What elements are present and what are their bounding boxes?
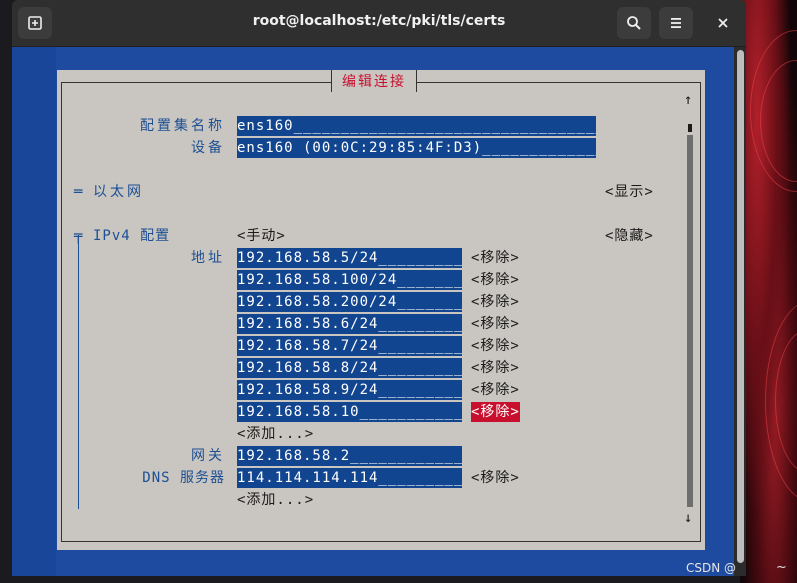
scroll-up-arrow-icon[interactable]: ↑: [684, 92, 692, 108]
search-icon: [627, 16, 641, 30]
new-tab-button[interactable]: [18, 7, 52, 39]
ethernet-section-marker: ═: [74, 184, 84, 200]
dns-field[interactable]: 114.114.114.114_________: [237, 468, 462, 488]
address-remove-button[interactable]: <移除>: [471, 248, 520, 268]
desktop-tilde: ~: [776, 560, 787, 575]
address-remove-button[interactable]: <移除>: [471, 380, 520, 400]
gateway-field[interactable]: 192.168.58.2____________: [237, 446, 462, 466]
ipv4-section-line: [78, 235, 79, 509]
titlebar: root@localhost:/etc/pki/tls/certs: [12, 0, 746, 47]
menu-button[interactable]: [659, 7, 693, 39]
ipv4-hide-button[interactable]: <隐藏>: [605, 226, 654, 246]
address-field[interactable]: 192.168.58.100/24_______: [237, 270, 462, 290]
address-remove-button-focused[interactable]: <移除>: [471, 402, 520, 422]
address-field[interactable]: 192.168.58.7/24_________: [237, 336, 462, 356]
terminal-window: root@localhost:/etc/pki/tls/certs 编辑连接 ↑…: [12, 0, 746, 576]
csdn-watermark: CSDN @: [686, 561, 737, 575]
close-icon: [718, 18, 728, 28]
profile-name-field[interactable]: ens160__________________________________…: [237, 116, 596, 136]
window-title: root@localhost:/etc/pki/tls/certs: [252, 13, 506, 29]
gateway-label: 网关: [191, 448, 225, 464]
address-remove-button[interactable]: <移除>: [471, 292, 520, 312]
scroll-position-marker: [688, 124, 692, 132]
ipv4-section-label: IPv4 配置: [93, 228, 171, 244]
scroll-down-arrow-icon[interactable]: ↓: [684, 510, 692, 526]
address-field[interactable]: 192.168.58.10___________: [237, 402, 462, 422]
dialog-title: 编辑连接: [331, 70, 417, 92]
address-remove-button[interactable]: <移除>: [471, 358, 520, 378]
address-field[interactable]: 192.168.58.9/24_________: [237, 380, 462, 400]
profile-name-label: 配置集名称: [140, 118, 225, 134]
close-button[interactable]: [706, 7, 740, 39]
terminal-margin: [12, 47, 56, 576]
hamburger-menu-icon: [671, 18, 681, 28]
address-remove-button[interactable]: <移除>: [471, 270, 520, 290]
ipv4-method-select[interactable]: <手动>: [237, 226, 286, 246]
new-tab-icon: [28, 16, 42, 30]
terminal-scrollbar[interactable]: [737, 50, 744, 563]
device-field[interactable]: ens160 (00:0C:29:85:4F:D3)______________: [237, 138, 596, 158]
add-address-button[interactable]: <添加...>: [237, 424, 314, 444]
ethernet-section-label: 以太网: [93, 184, 144, 200]
address-field[interactable]: 192.168.58.5/24_________: [237, 248, 462, 268]
address-field[interactable]: 192.168.58.200/24_______: [237, 292, 462, 312]
address-field[interactable]: 192.168.58.6/24_________: [237, 314, 462, 334]
dns-label: DNS 服务器: [142, 470, 225, 486]
ethernet-show-button[interactable]: <显示>: [605, 182, 654, 202]
add-dns-button[interactable]: <添加...>: [237, 490, 314, 510]
edit-connection-dialog: 编辑连接 ↑ ↓ 配置集名称 ens160___________________…: [57, 70, 705, 550]
address-field[interactable]: 192.168.58.8/24_________: [237, 358, 462, 378]
dns-remove-button[interactable]: <移除>: [471, 468, 520, 488]
address-remove-button[interactable]: <移除>: [471, 336, 520, 356]
search-button[interactable]: [617, 7, 651, 39]
address-remove-button[interactable]: <移除>: [471, 314, 520, 334]
desktop-wallpaper: [740, 0, 797, 583]
dialog-scrollbar[interactable]: [687, 135, 693, 507]
terminal-content[interactable]: 编辑连接 ↑ ↓ 配置集名称 ens160___________________…: [12, 47, 734, 576]
device-label: 设备: [191, 140, 225, 156]
address-label: 地址: [191, 250, 225, 266]
